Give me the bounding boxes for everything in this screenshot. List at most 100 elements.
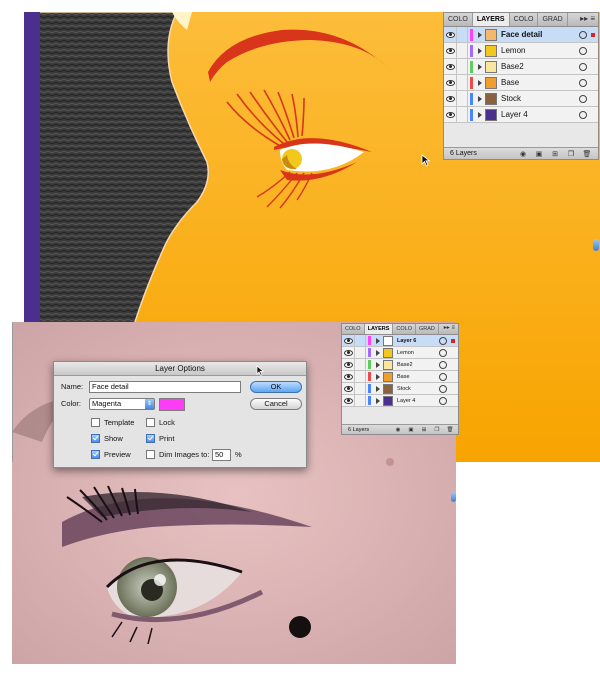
target-circle-icon[interactable] [579, 78, 587, 87]
expand-triangle-icon[interactable] [376, 373, 380, 380]
visibility-eye-icon[interactable] [342, 395, 355, 406]
visibility-eye-icon[interactable] [342, 383, 355, 394]
new-sublayer-icon[interactable]: ⊞ [419, 426, 429, 434]
expand-triangle-icon[interactable] [478, 31, 482, 38]
template-checkbox[interactable]: Template [91, 418, 134, 427]
target-circle-icon[interactable] [439, 336, 447, 345]
tab-layers[interactable]: LAYERS [472, 13, 510, 26]
dim-percent-input[interactable]: 50 [212, 449, 231, 461]
layer-row[interactable]: Lemon [342, 347, 458, 359]
tab-gradient[interactable]: GRAD [538, 13, 568, 26]
dim-images-checkbox[interactable]: Dim Images to: [146, 450, 209, 459]
color-select[interactable]: Magenta ⇕ [89, 398, 155, 410]
visibility-eye-icon[interactable] [342, 347, 355, 358]
visibility-eye-icon[interactable] [342, 359, 355, 370]
scroll-thumb-small[interactable] [451, 492, 456, 502]
template-box[interactable] [91, 418, 100, 427]
lock-box[interactable] [146, 418, 155, 427]
lock-checkbox[interactable]: Lock [146, 418, 175, 427]
lock-toggle[interactable] [457, 91, 468, 106]
target-circle-icon[interactable] [439, 348, 447, 357]
layer-row[interactable]: Lemon [444, 43, 598, 59]
target-circle-icon[interactable] [579, 46, 587, 55]
dim-box[interactable] [146, 450, 155, 459]
preview-checkbox[interactable]: Preview [91, 450, 131, 459]
tab-layers[interactable]: LAYERS [364, 324, 394, 334]
new-layer-icon[interactable]: ❐ [432, 426, 442, 434]
lock-toggle[interactable] [457, 107, 468, 122]
expand-triangle-icon[interactable] [376, 349, 380, 356]
scroll-thumb[interactable] [593, 239, 599, 251]
tab-color[interactable]: COLO [342, 324, 365, 334]
lock-toggle[interactable] [457, 27, 468, 42]
make-clipping-mask-icon[interactable]: ▣ [534, 150, 544, 158]
expand-triangle-icon[interactable] [478, 47, 482, 54]
layer-row[interactable]: Stock [342, 383, 458, 395]
show-box[interactable] [91, 434, 100, 443]
expand-triangle-icon[interactable] [478, 63, 482, 70]
tab-color[interactable]: COLO [444, 13, 473, 26]
new-layer-icon[interactable]: ❐ [566, 150, 576, 158]
show-checkbox[interactable]: Show [91, 434, 123, 443]
visibility-eye-icon[interactable] [444, 59, 457, 74]
lock-toggle[interactable] [457, 43, 468, 58]
lock-toggle[interactable] [355, 335, 366, 346]
layer-row[interactable]: Base2 [342, 359, 458, 371]
target-circle-icon[interactable] [579, 110, 587, 119]
lock-toggle[interactable] [355, 395, 366, 406]
visibility-eye-icon[interactable] [342, 335, 355, 346]
tab-gradient[interactable]: GRAD [416, 324, 439, 334]
target-circle-icon[interactable] [439, 372, 447, 381]
expand-triangle-icon[interactable] [376, 337, 380, 344]
target-circle-icon[interactable] [579, 62, 587, 71]
trash-icon[interactable]: 🗑 [445, 426, 455, 434]
tab-color-guide[interactable]: COLO [510, 13, 539, 26]
target-circle-icon[interactable] [579, 94, 587, 103]
tab-color-guide[interactable]: COLO [393, 324, 416, 334]
name-input[interactable]: Face detail [89, 381, 241, 393]
target-circle-icon[interactable] [439, 384, 447, 393]
visibility-eye-icon[interactable] [444, 27, 457, 42]
new-sublayer-icon[interactable]: ⊞ [550, 150, 560, 158]
make-clipping-mask-icon[interactable]: ▣ [406, 426, 416, 434]
visibility-eye-icon[interactable] [444, 43, 457, 58]
print-checkbox[interactable]: Print [146, 434, 174, 443]
layer-row[interactable]: Base2 [444, 59, 598, 75]
trash-icon[interactable]: 🗑 [582, 150, 592, 158]
print-box[interactable] [146, 434, 155, 443]
layer-row[interactable]: Base [444, 75, 598, 91]
cancel-button[interactable]: Cancel [250, 398, 302, 410]
target-circle-icon[interactable] [439, 360, 447, 369]
color-swatch[interactable] [159, 398, 185, 411]
locate-object-icon[interactable]: ◉ [518, 150, 528, 158]
layer-row[interactable]: Layer 6 [342, 335, 458, 347]
panel-menu-icon[interactable]: ▸▸ ≡ [580, 14, 595, 23]
layer-row[interactable]: Stock [444, 91, 598, 107]
locate-object-icon[interactable]: ◉ [393, 426, 403, 434]
visibility-eye-icon[interactable] [444, 91, 457, 106]
visibility-eye-icon[interactable] [444, 107, 457, 122]
preview-box[interactable] [91, 450, 100, 459]
expand-triangle-icon[interactable] [376, 361, 380, 368]
target-circle-icon[interactable] [579, 30, 587, 39]
lock-toggle[interactable] [355, 359, 366, 370]
expand-triangle-icon[interactable] [478, 111, 482, 118]
expand-triangle-icon[interactable] [376, 397, 380, 404]
layer-row[interactable]: Base [342, 371, 458, 383]
panel-menu-icon[interactable]: ▸▸ ≡ [444, 324, 455, 331]
lock-toggle[interactable] [355, 347, 366, 358]
lock-toggle[interactable] [355, 371, 366, 382]
lock-toggle[interactable] [355, 383, 366, 394]
expand-triangle-icon[interactable] [478, 95, 482, 102]
expand-triangle-icon[interactable] [376, 385, 380, 392]
visibility-eye-icon[interactable] [342, 371, 355, 382]
layer-row[interactable]: Layer 4 [342, 395, 458, 407]
visibility-eye-icon[interactable] [444, 75, 457, 90]
lock-toggle[interactable] [457, 75, 468, 90]
expand-triangle-icon[interactable] [478, 79, 482, 86]
lock-toggle[interactable] [457, 59, 468, 74]
target-circle-icon[interactable] [439, 396, 447, 405]
layer-row[interactable]: Face detail [444, 27, 598, 43]
layer-row[interactable]: Layer 4 [444, 107, 598, 123]
ok-button[interactable]: OK [250, 381, 302, 393]
